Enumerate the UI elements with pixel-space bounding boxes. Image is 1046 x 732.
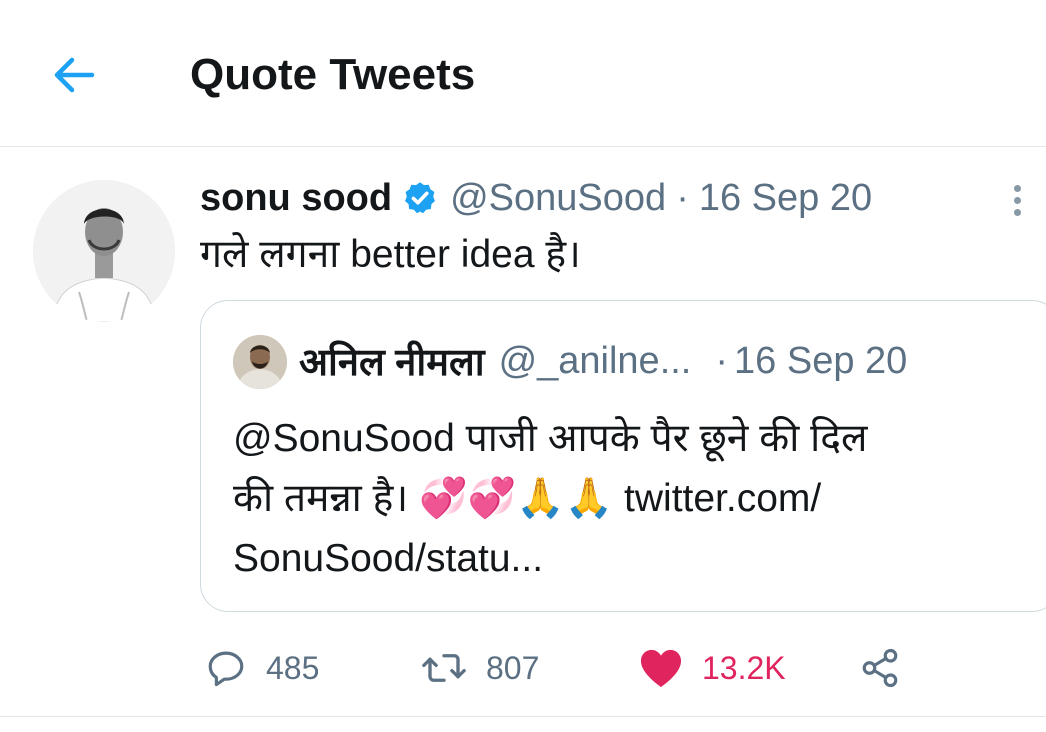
page-title: Quote Tweets — [190, 50, 476, 99]
emoji-group: 💞💞🙏🙏 — [418, 477, 614, 520]
quoted-text-line: @SonuSood पाजी आपके पैर छूने की दिल — [233, 417, 868, 460]
retweet-count: 807 — [486, 649, 540, 686]
quoted-tweet-text: @SonuSood पाजी आपके पैर छूने की दिल की त… — [233, 409, 1023, 589]
quoted-tweet-card[interactable]: अनिल नीमला @_anilne... · 16 Sep 20 @Sonu… — [200, 300, 1046, 612]
arrow-left-icon — [50, 55, 96, 95]
quoted-user-handle: @_anilne... — [498, 339, 692, 382]
display-name[interactable]: sonu sood — [200, 177, 392, 220]
quoted-text-line: की तमन्ना है। 💞💞🙏🙏 twitter.com/ — [233, 477, 822, 520]
retweet-button[interactable]: 807 — [420, 638, 539, 698]
separator-dot: · — [715, 339, 729, 382]
more-options-button[interactable] — [1000, 172, 1034, 228]
share-button[interactable] — [858, 638, 902, 698]
quoted-avatar[interactable] — [233, 335, 287, 389]
share-icon — [858, 647, 902, 689]
reply-button[interactable]: 485 — [204, 638, 319, 698]
quoted-timestamp: 16 Sep 20 — [734, 339, 908, 382]
top-bar: Quote Tweets — [0, 0, 1046, 147]
verified-badge-icon — [402, 180, 438, 216]
quoted-display-name: अनिल नीमला — [299, 342, 485, 384]
quoted-tweet-header: अनिल नीमला @_anilne... · 16 Sep 20 — [299, 333, 907, 389]
user-handle[interactable]: @SonuSood — [450, 177, 666, 220]
tweet-header: sonu sood @SonuSood · 16 Sep 20 — [200, 172, 872, 224]
reply-count: 485 — [266, 649, 320, 686]
quoted-link-text[interactable]: SonuSood/statu... — [233, 529, 1023, 589]
tweet-actions: 485 807 13.2K — [0, 638, 1046, 698]
separator-dot: · — [676, 176, 689, 219]
like-count: 13.2K — [702, 649, 786, 686]
quoted-link-text[interactable]: twitter.com/ — [613, 477, 821, 520]
retweet-icon — [420, 647, 468, 689]
back-button[interactable] — [44, 46, 102, 104]
more-vertical-icon — [1013, 184, 1021, 192]
timestamp[interactable]: 16 Sep 20 — [699, 177, 872, 220]
reply-icon — [204, 647, 248, 689]
avatar[interactable] — [33, 180, 175, 322]
tweet-text: गले लगना better idea है। — [200, 233, 581, 276]
heart-icon — [638, 647, 684, 689]
tweet[interactable]: sonu sood @SonuSood · 16 Sep 20 गले लगना… — [0, 148, 1046, 717]
like-button[interactable]: 13.2K — [638, 638, 786, 698]
